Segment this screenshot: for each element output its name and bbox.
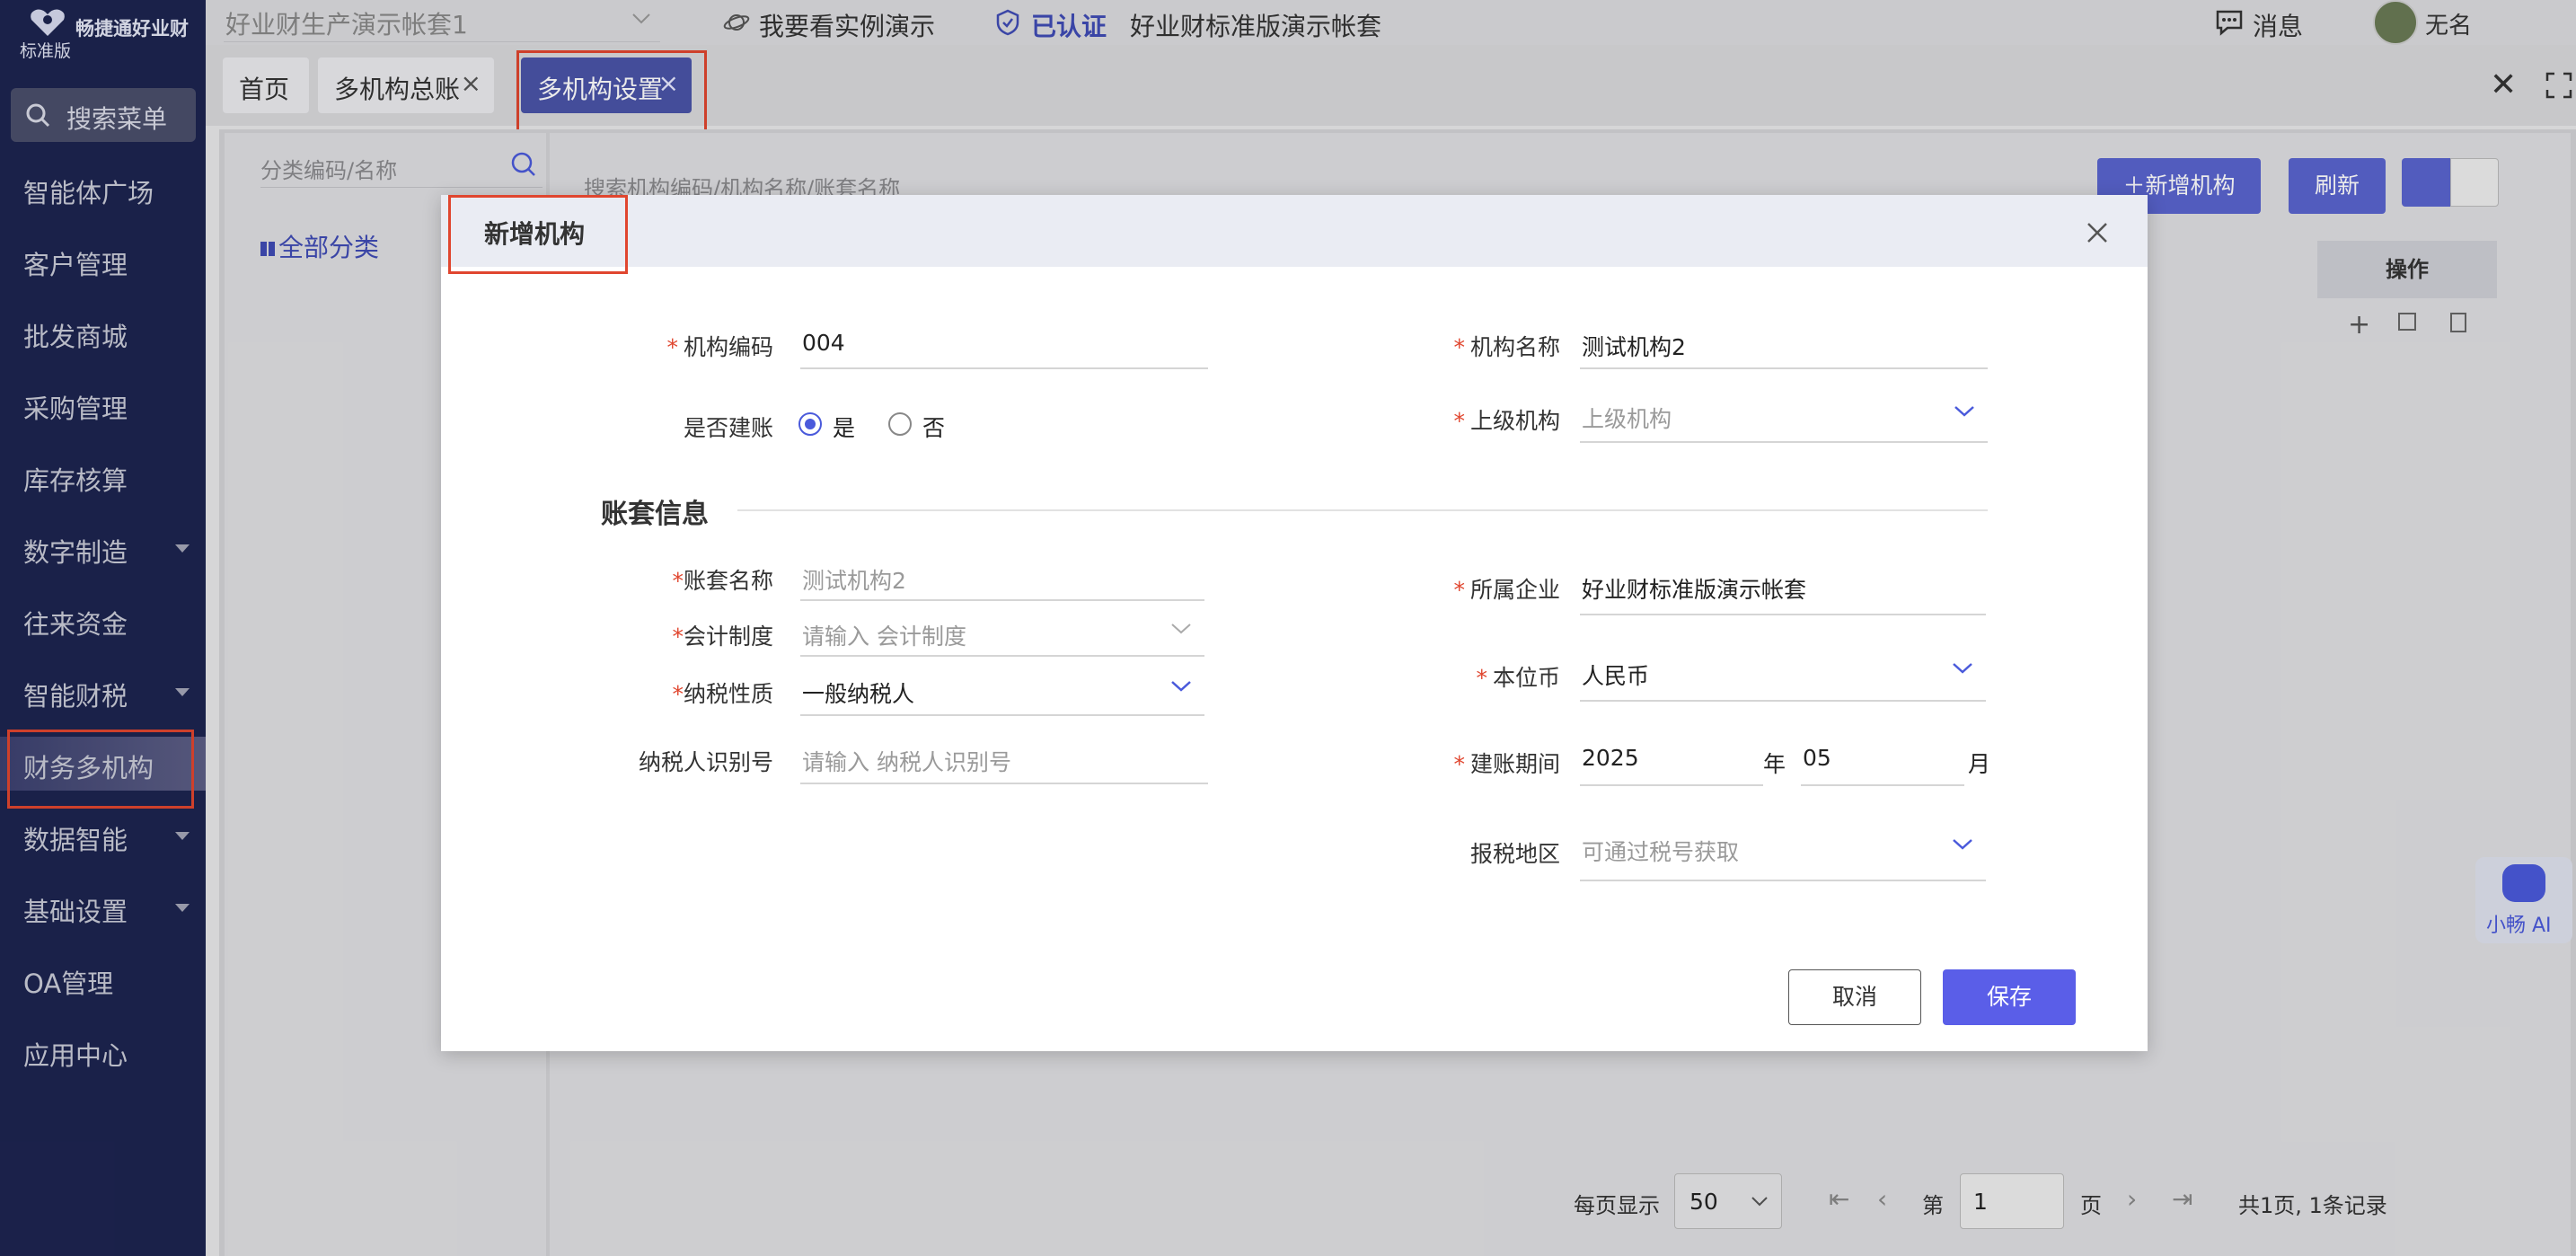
period-month-value: 05 — [1803, 745, 1831, 771]
section-divider — [737, 509, 1988, 511]
region-select[interactable]: 可通过税号获取 — [1580, 826, 1986, 881]
period-year-value: 2025 — [1582, 745, 1639, 771]
year-unit: 年 — [1763, 751, 1786, 777]
company-label: * 所属企业 — [1453, 577, 1560, 603]
parent-org-select[interactable]: 上级机构 — [1580, 393, 1988, 443]
add-org-dialog: 新增机构 * 机构编码 004 * 机构名称 测试机构2 是否建账 是 否 * 上级机… — [441, 195, 2148, 1051]
currency-select[interactable]: 人民币 — [1580, 650, 1986, 702]
period-year-input[interactable]: 2025 — [1580, 736, 1763, 786]
close-icon[interactable] — [2086, 222, 2108, 243]
tax-type-label: *纳税性质 — [672, 681, 773, 707]
region-label: 报税地区 — [1469, 841, 1560, 867]
tax-type-select[interactable]: 一般纳税人 — [800, 668, 1204, 716]
chevron-down-icon — [1171, 681, 1191, 692]
company-value: 好业财标准版演示帐套 — [1582, 577, 1807, 603]
dialog-header: 新增机构 — [441, 195, 2148, 267]
accounting-select[interactable]: 请输入 会计制度 — [800, 610, 1204, 657]
taxpayer-id-input[interactable]: 请输入 纳税人识别号 — [800, 736, 1208, 784]
period-label: * 建账期间 — [1453, 751, 1560, 777]
save-button[interactable]: 保存 — [1943, 969, 2076, 1025]
org-code-input[interactable]: 004 — [800, 321, 1208, 369]
company-input[interactable]: 好业财标准版演示帐套 — [1580, 563, 1986, 615]
account-name-value: 测试机构2 — [802, 568, 906, 594]
parent-org-label: * 上级机构 — [1453, 408, 1560, 434]
section-title: 账套信息 — [601, 499, 709, 530]
chevron-down-icon — [1953, 663, 1972, 674]
chevron-down-icon — [1953, 839, 1972, 850]
parent-org-placeholder: 上级机构 — [1582, 406, 1672, 432]
chevron-down-icon — [1171, 624, 1191, 634]
build-account-label: 是否建账 — [683, 415, 773, 441]
period-month-input[interactable]: 05 — [1801, 736, 1964, 786]
taxpayer-id-label: 纳税人识别号 — [638, 749, 773, 775]
cancel-button[interactable]: 取消 — [1788, 969, 1921, 1025]
chevron-down-icon — [1954, 406, 1974, 417]
account-name-input[interactable]: 测试机构2 — [800, 554, 1204, 601]
radio-yes-label: 是 — [833, 415, 856, 441]
tax-type-value: 一般纳税人 — [802, 681, 915, 707]
month-unit: 月 — [1968, 751, 1991, 777]
region-placeholder: 可通过税号获取 — [1582, 839, 1740, 865]
accounting-label: *会计制度 — [672, 624, 773, 650]
currency-value: 人民币 — [1582, 663, 1650, 689]
radio-yes[interactable] — [798, 412, 822, 436]
radio-no[interactable] — [888, 412, 912, 436]
radio-no-label: 否 — [922, 415, 946, 441]
account-name-label: *账套名称 — [672, 568, 773, 594]
taxpayer-id-placeholder: 请输入 纳税人识别号 — [802, 749, 1011, 775]
accounting-placeholder: 请输入 会计制度 — [802, 624, 966, 650]
org-name-label: * 机构名称 — [1453, 334, 1560, 360]
org-code-value: 004 — [802, 330, 845, 356]
org-code-label: * 机构编码 — [666, 334, 773, 360]
org-name-input[interactable]: 测试机构2 — [1580, 321, 1988, 369]
highlight-box — [448, 195, 628, 274]
org-name-value: 测试机构2 — [1582, 334, 1686, 360]
currency-label: * 本位币 — [1476, 665, 1560, 691]
